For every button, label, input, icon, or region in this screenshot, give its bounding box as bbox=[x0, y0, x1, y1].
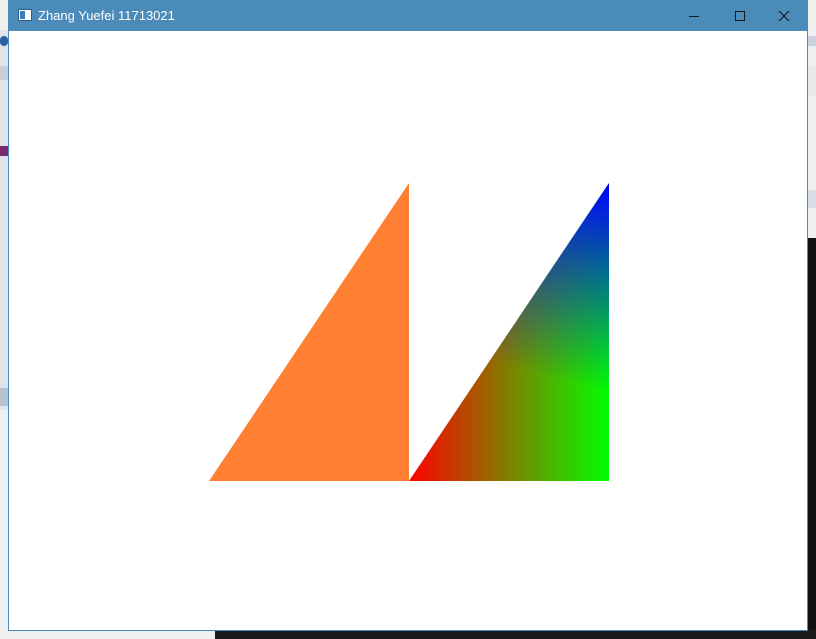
orange-triangle bbox=[209, 183, 409, 481]
maximize-button[interactable] bbox=[717, 1, 763, 31]
close-icon bbox=[778, 10, 790, 22]
render-surface bbox=[209, 183, 609, 481]
background-window-fragment-right bbox=[808, 238, 816, 639]
background-fragment bbox=[0, 146, 8, 156]
background-fragment bbox=[0, 388, 8, 406]
gradient-triangle bbox=[409, 183, 609, 481]
minimize-icon bbox=[689, 16, 699, 17]
app-window: Zhang Yuefei 11713021 bbox=[8, 0, 808, 631]
gradient-triangle-blue-layer bbox=[409, 183, 609, 481]
app-icon bbox=[18, 9, 32, 21]
background-fragment bbox=[808, 190, 816, 208]
background-fragment bbox=[808, 36, 816, 46]
render-canvas[interactable] bbox=[9, 31, 807, 630]
minimize-button[interactable] bbox=[671, 1, 717, 31]
title-bar[interactable]: Zhang Yuefei 11713021 bbox=[9, 1, 807, 31]
background-fragment bbox=[808, 66, 816, 96]
maximize-icon bbox=[735, 11, 745, 21]
background-fragment bbox=[0, 66, 8, 80]
background-window-fragment-bottom bbox=[215, 630, 816, 639]
close-button[interactable] bbox=[761, 1, 807, 31]
window-title: Zhang Yuefei 11713021 bbox=[38, 8, 175, 23]
background-fragment bbox=[0, 36, 8, 46]
